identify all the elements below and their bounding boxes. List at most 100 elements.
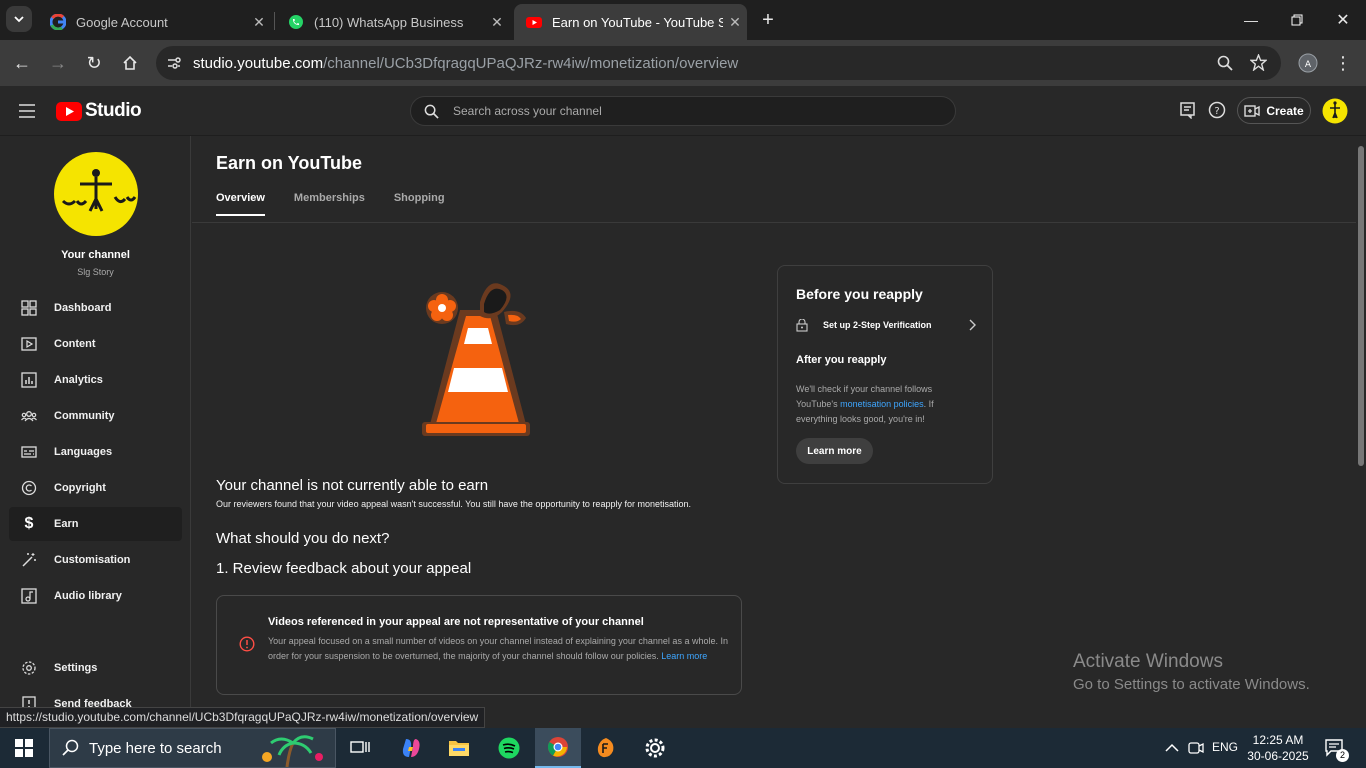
- fl-studio-button[interactable]: [591, 734, 621, 762]
- status-heading: Your channel is not currently able to ea…: [216, 477, 489, 494]
- tab-memberships[interactable]: Memberships: [294, 192, 365, 216]
- fl-studio-icon: [597, 738, 614, 758]
- after-reapply-body: We'll check if your channel follows YouT…: [796, 382, 971, 427]
- reload-button[interactable]: ↻: [80, 49, 108, 77]
- task-view-button[interactable]: [345, 734, 375, 762]
- browser-tab-bar: Google Account ✕ (110) WhatsApp Business…: [0, 0, 1366, 40]
- spotify-button[interactable]: [494, 734, 524, 762]
- feedback-learn-more-link[interactable]: Learn more: [661, 651, 707, 661]
- restore-button[interactable]: [1283, 6, 1311, 34]
- sidebar-item-content[interactable]: Content: [9, 327, 182, 361]
- zoom-icon[interactable]: [1217, 55, 1233, 71]
- create-button[interactable]: Create: [1237, 97, 1311, 124]
- close-tab-icon[interactable]: ✕: [485, 14, 509, 31]
- monetisation-policies-link[interactable]: monetisation policies: [840, 399, 924, 409]
- sidebar-item-label: Copyright: [54, 482, 106, 494]
- channel-name: Slg Story: [77, 267, 114, 277]
- language-indicator[interactable]: ENG: [1212, 740, 1238, 754]
- taskbar-search-placeholder: Type here to search: [89, 739, 222, 757]
- tab-earn-on-youtube[interactable]: Earn on YouTube - YouTube Stu ✕: [514, 4, 747, 40]
- forward-arrow-icon: →: [49, 52, 67, 73]
- file-explorer-button[interactable]: [444, 734, 474, 762]
- sidebar-item-community[interactable]: Community: [9, 399, 182, 433]
- help-button[interactable]: ?: [1208, 101, 1226, 124]
- forward-button[interactable]: →: [44, 49, 72, 77]
- back-button[interactable]: ←: [8, 49, 36, 77]
- sidebar-item-customisation[interactable]: Customisation: [9, 543, 182, 577]
- close-icon: ✕: [1336, 12, 1350, 29]
- tab-title: (110) WhatsApp Business: [314, 14, 464, 30]
- sidebar-item-label: Earn: [54, 518, 79, 530]
- tabs-divider: [192, 222, 1356, 223]
- activate-windows-title: Activate Windows: [1073, 651, 1223, 672]
- notifications-button[interactable]: 2: [1321, 734, 1351, 762]
- camera-icon: [1188, 742, 1204, 754]
- taskbar-search-input[interactable]: Type here to search: [49, 728, 336, 768]
- channel-avatar[interactable]: [53, 151, 139, 242]
- bookmark-star-icon[interactable]: [1250, 54, 1267, 71]
- sidebar-item-settings[interactable]: Settings: [9, 651, 182, 685]
- tab-shopping[interactable]: Shopping: [394, 192, 445, 216]
- before-reapply-title: Before you reapply: [796, 286, 923, 302]
- feedback-body-text: Your appeal focused on a small number of…: [268, 636, 728, 661]
- profile-avatar-icon: A: [1298, 53, 1318, 73]
- sidebar-item-earn[interactable]: $ Earn: [9, 507, 182, 541]
- analytics-icon: [19, 370, 39, 390]
- step1-heading: 1. Review feedback about your appeal: [216, 560, 472, 577]
- start-button[interactable]: [9, 734, 39, 762]
- close-tab-icon[interactable]: ✕: [723, 14, 747, 31]
- windows-logo-icon: [15, 739, 33, 757]
- gear-icon: [645, 738, 665, 758]
- main-content: Earn on YouTube Overview Memberships Sho…: [192, 136, 1366, 728]
- minimize-button[interactable]: —: [1237, 6, 1265, 34]
- tab-search-button[interactable]: [6, 6, 32, 32]
- video-camera-icon: [1244, 104, 1261, 117]
- languages-icon: [19, 442, 39, 462]
- tab-google-account[interactable]: Google Account ✕: [38, 4, 271, 40]
- feedback-title: Videos referenced in your appeal are not…: [268, 616, 644, 628]
- close-window-button[interactable]: ✕: [1329, 6, 1357, 34]
- error-icon: [239, 636, 255, 652]
- account-avatar[interactable]: [1322, 98, 1348, 129]
- two-step-verification-item[interactable]: Set up 2-Step Verification: [796, 316, 976, 334]
- studio-header: Studio Search across your channel ? Crea…: [0, 86, 1366, 136]
- create-label: Create: [1266, 103, 1304, 118]
- copilot-button[interactable]: [396, 734, 426, 762]
- studio-logo[interactable]: Studio: [56, 100, 142, 122]
- comments-button[interactable]: [1179, 101, 1197, 124]
- audio-library-icon: [19, 586, 39, 606]
- browser-menu-button[interactable]: ⋮: [1329, 49, 1357, 77]
- profile-button[interactable]: A: [1294, 49, 1322, 77]
- tab-title: Earn on YouTube - YouTube Stu: [552, 14, 723, 30]
- sidebar-item-audio-library[interactable]: Audio library: [9, 579, 182, 613]
- notification-count-badge: 2: [1336, 749, 1349, 762]
- meet-now-button[interactable]: [1181, 734, 1211, 762]
- sidebar-item-label: Languages: [54, 446, 113, 458]
- sidebar-item-dashboard[interactable]: Dashboard: [9, 291, 182, 325]
- home-button[interactable]: [116, 49, 144, 77]
- customisation-icon: [19, 550, 39, 570]
- spotify-icon: [498, 737, 520, 759]
- content-icon: [19, 334, 39, 354]
- learn-more-button[interactable]: Learn more: [796, 438, 873, 464]
- menu-button[interactable]: [17, 101, 37, 126]
- chrome-button[interactable]: [535, 728, 581, 768]
- close-tab-icon[interactable]: ✕: [247, 14, 271, 31]
- more-vertical-icon: ⋮: [1334, 52, 1352, 73]
- channel-search-input[interactable]: Search across your channel: [410, 96, 956, 126]
- channel-logo-icon: [54, 152, 138, 236]
- tab-whatsapp[interactable]: (110) WhatsApp Business ✕: [276, 4, 509, 40]
- tab-divider: [274, 12, 275, 30]
- sidebar-item-copyright[interactable]: Copyright: [9, 471, 182, 505]
- site-settings-icon[interactable]: [166, 55, 182, 71]
- tab-overview[interactable]: Overview: [216, 192, 265, 216]
- settings-app-button[interactable]: [640, 734, 670, 762]
- sidebar-item-languages[interactable]: Languages: [9, 435, 182, 469]
- clock[interactable]: 12:25 AM 30-06-2025: [1243, 732, 1313, 764]
- new-tab-button[interactable]: +: [754, 6, 782, 34]
- page-scrollbar[interactable]: [1358, 146, 1364, 466]
- earn-tabs: Overview Memberships Shopping: [216, 192, 445, 216]
- sidebar-item-analytics[interactable]: Analytics: [9, 363, 182, 397]
- address-bar[interactable]: studio.youtube.com/channel/UCb3DfqragqUP…: [156, 46, 1281, 80]
- clock-date: 30-06-2025: [1247, 749, 1309, 763]
